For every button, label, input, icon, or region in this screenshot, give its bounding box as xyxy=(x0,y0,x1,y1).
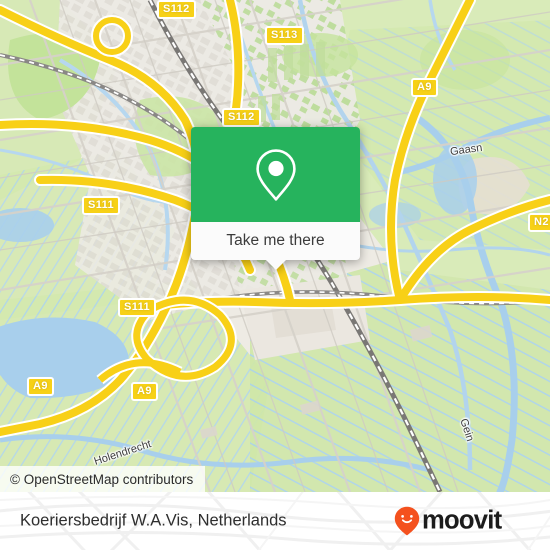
road-shield-s111-central[interactable]: S111 xyxy=(118,298,157,317)
page-title: Koeriersbedrijf W.A.Vis, Netherlands xyxy=(20,511,287,530)
osm-attribution-bar[interactable]: © OpenStreetMap contributors xyxy=(0,466,206,492)
footer-bar: Koeriersbedrijf W.A.Vis, Netherlands moo… xyxy=(0,492,550,550)
moovit-wordmark: moovit xyxy=(422,507,503,535)
road-shield-a9-northeast[interactable]: A9 xyxy=(411,78,438,97)
popup-pointer xyxy=(264,259,287,270)
moovit-map-screen: S112 S113 A9 S112 S111 N2 S111 A9 A9 Gaa… xyxy=(0,0,550,550)
road-shield-s113[interactable]: S113 xyxy=(265,26,304,45)
road-shield-s111-west[interactable]: S111 xyxy=(82,196,121,215)
take-me-there-label: Take me there xyxy=(226,232,325,249)
moovit-logo[interactable]: moovit xyxy=(394,506,534,536)
moovit-smile-pin-icon xyxy=(394,506,420,536)
road-shield-a9-south[interactable]: A9 xyxy=(131,382,158,401)
location-pin-icon xyxy=(255,148,296,201)
osm-attribution-text: © OpenStreetMap contributors xyxy=(10,471,194,487)
road-shield-n2[interactable]: N2 xyxy=(528,213,550,232)
road-shield-a9-southwest[interactable]: A9 xyxy=(27,377,54,396)
road-shield-s112-north[interactable]: S112 xyxy=(157,0,196,19)
road-shield-s112-central[interactable]: S112 xyxy=(222,108,261,127)
popup-header xyxy=(191,127,360,222)
take-me-there-button[interactable]: Take me there xyxy=(191,222,360,260)
location-popup-card[interactable]: Take me there xyxy=(191,127,360,270)
map-canvas[interactable]: S112 S113 A9 S112 S111 N2 S111 A9 A9 Gaa… xyxy=(0,0,550,492)
svg-text:moovit: moovit xyxy=(422,507,503,535)
